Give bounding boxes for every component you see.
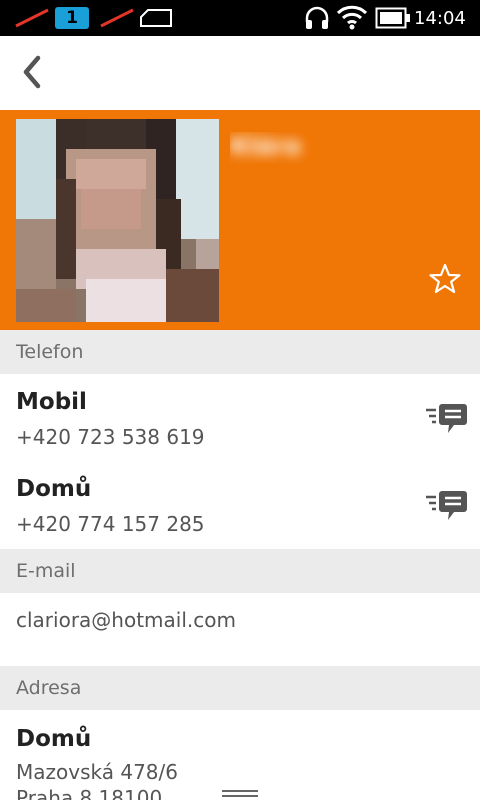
back-button[interactable]	[12, 50, 52, 94]
email-row[interactable]: clariora@hotmail.com	[0, 593, 480, 666]
send-message-button[interactable]	[424, 487, 468, 527]
sim2-no-signal-icon	[100, 8, 134, 28]
wifi-icon	[336, 5, 368, 30]
message-icon	[426, 491, 467, 520]
clock: 14:04	[414, 7, 466, 29]
section-header-address: Adresa	[0, 666, 480, 710]
phone-type: Domů	[16, 476, 92, 502]
phone-row-home[interactable]: Domů +420 774 157 285	[0, 461, 480, 549]
sim-badge-icon: 1	[55, 7, 89, 29]
app-header	[0, 36, 480, 110]
phone-type: Mobil	[16, 389, 87, 415]
address-line1: Mazovská 478/6	[16, 760, 178, 784]
section-label-email: E-mail	[16, 560, 76, 582]
drag-handle-icon[interactable]	[222, 789, 258, 800]
section-header-phone: Telefon	[0, 330, 480, 374]
address-type: Domů	[16, 726, 92, 752]
battery-icon	[375, 7, 410, 29]
star-outline-icon	[429, 263, 461, 294]
status-bar: 1 14:04	[0, 0, 480, 36]
message-icon	[426, 404, 467, 433]
sim-badge-number: 1	[66, 8, 78, 28]
address-row[interactable]: Domů Mazovská 478/6 Praha 8 18100	[0, 710, 480, 800]
pixelated-portrait	[16, 119, 219, 322]
sim1-no-signal-icon	[15, 8, 49, 28]
address-line2: Praha 8 18100	[16, 786, 163, 800]
email-address: clariora@hotmail.com	[16, 608, 236, 632]
send-message-button[interactable]	[424, 400, 468, 440]
phone-number: +420 723 538 619	[16, 425, 205, 449]
contact-banner: Klára	[0, 110, 480, 330]
back-chevron-icon	[23, 55, 41, 89]
favorite-button[interactable]	[426, 260, 464, 298]
contact-photo	[16, 119, 219, 322]
section-label-phone: Telefon	[16, 341, 84, 363]
contact-name-text: Klára	[230, 132, 302, 160]
section-header-email: E-mail	[0, 549, 480, 593]
phone-number: +420 774 157 285	[16, 512, 205, 536]
phone-row-mobile[interactable]: Mobil +420 723 538 619	[0, 374, 480, 461]
section-label-address: Adresa	[16, 677, 82, 699]
headphones-icon	[305, 6, 329, 29]
sim-slot-empty-icon	[140, 9, 172, 27]
contact-name: Klára	[230, 132, 342, 164]
